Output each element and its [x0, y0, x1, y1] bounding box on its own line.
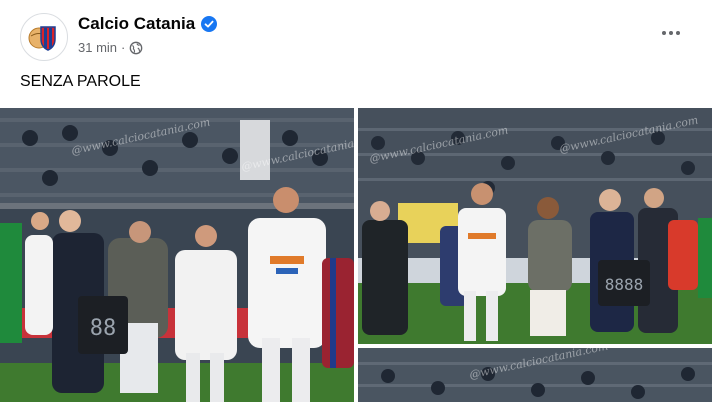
board-digits-2: 8888 — [605, 275, 644, 294]
post-photo-2[interactable]: 8888 @www.calciocatania.com @www.calcioc… — [358, 108, 712, 344]
globe-icon[interactable] — [129, 41, 143, 55]
board-digits-1: 88 — [90, 316, 117, 341]
post-photo-3[interactable]: @www.calciocatania.com — [358, 348, 712, 402]
post-text: SENZA PAROLE — [20, 73, 141, 90]
post-meta: 31 min · — [78, 40, 143, 55]
meta-separator: · — [121, 40, 126, 55]
page-avatar[interactable] — [20, 13, 68, 61]
team-celebration-image: 88 — [0, 108, 354, 402]
page-name-row: Calcio Catania — [78, 14, 218, 34]
post-header: Calcio Catania 31 min · — [0, 0, 712, 64]
post-photo-1[interactable]: 88 @www.calciocatania.com @www.calciocat… — [0, 108, 354, 402]
pitch-handshake-image: 8888 — [358, 108, 712, 344]
verified-badge-icon — [201, 16, 218, 32]
more-dot — [669, 31, 673, 35]
page-name-link[interactable]: Calcio Catania — [78, 14, 195, 34]
more-dot — [676, 31, 680, 35]
more-options-button[interactable] — [656, 22, 686, 44]
crowd-image — [358, 348, 712, 402]
more-horiz-icon — [662, 31, 666, 35]
post-timestamp[interactable]: 31 min — [78, 40, 117, 55]
catania-logo-icon — [28, 26, 56, 51]
